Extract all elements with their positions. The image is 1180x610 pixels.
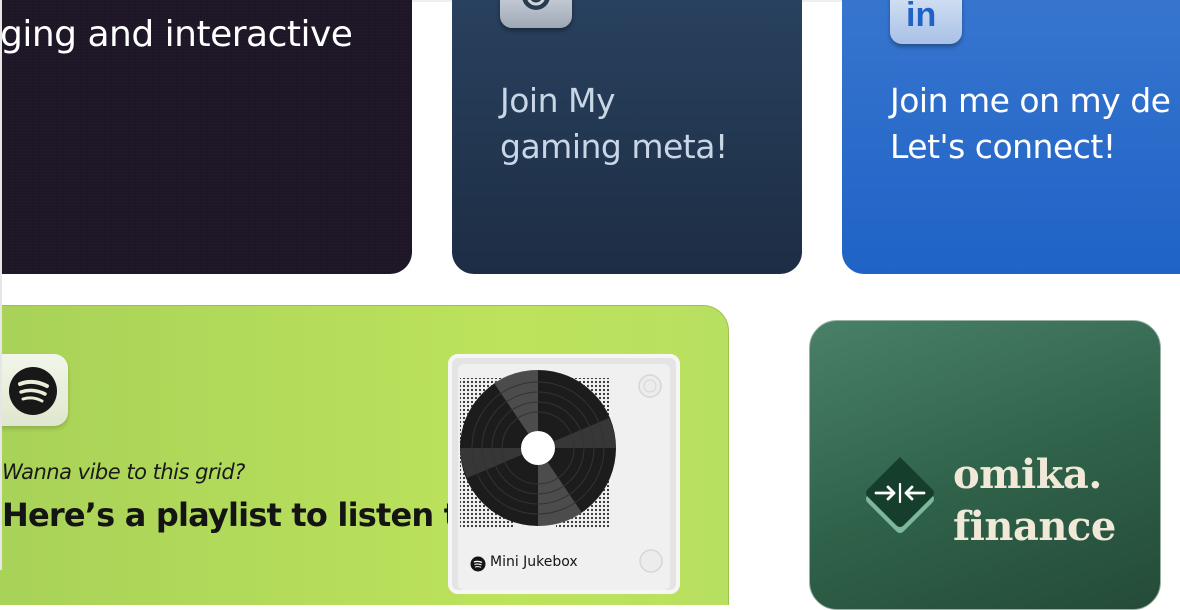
jukebox-title: Mini Jukebox (490, 554, 578, 570)
omika-brand-name: omika. finance (953, 449, 1116, 553)
mini-jukebox-player[interactable]: Mini Jukebox (448, 354, 680, 594)
omika-finance-card[interactable]: omika. finance (809, 320, 1161, 610)
steam-line-1: Join My (500, 81, 616, 120)
linkedin-line-1: Join me on my de (890, 81, 1171, 120)
linkedin-card-text: Join me on my de Let's connect! (890, 78, 1180, 170)
jukebox-knob-icon[interactable] (638, 548, 664, 574)
linkedin-card[interactable]: in Join me on my de Let's connect! (842, 0, 1180, 274)
vinyl-record-icon (460, 369, 662, 528)
omika-line-1: omika. (953, 451, 1102, 498)
linkedin-line-2: Let's connect! (890, 127, 1116, 166)
intro-card[interactable]: ging and interactive (0, 0, 412, 274)
intro-text: ging and interactive (0, 14, 353, 55)
spotify-card[interactable]: Wanna vibe to this grid? Here’s a playli… (0, 305, 729, 605)
spotify-icon (9, 367, 57, 415)
steam-icon-tile (500, 0, 572, 28)
steam-card-text: Join My gaming meta! (500, 78, 780, 170)
steam-line-2: gaming meta! (500, 127, 728, 166)
spotify-subtitle: Wanna vibe to this grid? (2, 460, 245, 484)
steam-card[interactable]: Join My gaming meta! (452, 0, 802, 274)
omika-line-2: finance (953, 503, 1116, 550)
spotify-headline: Here’s a playlist to listen to (2, 496, 480, 534)
page-left-edge (0, 0, 2, 570)
linkedin-icon-tile: in (890, 0, 962, 44)
linkedin-icon: in (906, 0, 937, 34)
spotify-icon-tile (0, 354, 68, 426)
steam-icon (522, 0, 550, 10)
omika-logo-icon (866, 457, 934, 533)
